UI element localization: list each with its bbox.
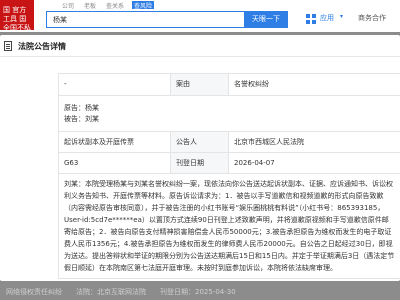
- table-row: - 案由 名誉权纠纷: [58, 73, 400, 96]
- site-logo[interactable]: 国 官方 工具 国 全国不私构: [0, 0, 34, 30]
- cause-label: 案由: [170, 73, 229, 96]
- background-date: 刊登日期：2025-04-30: [160, 288, 236, 296]
- cause-value: 名誉权纠纷: [228, 73, 400, 96]
- background-record-row: 网络侵权责任纠纷 法院：北京互联网法院 刊登日期：2025-04-30: [0, 284, 400, 300]
- publish-date-label: 刊登日期: [170, 152, 229, 174]
- business-cooperation-link[interactable]: 商务合作: [358, 13, 386, 23]
- modal-header: 法院公告详情: [0, 35, 400, 57]
- modal-title: 法院公告详情: [18, 42, 66, 51]
- announcer-value: 北京市西城区人民法院: [228, 131, 400, 153]
- court-announcement-modal: 法院公告详情 - 案由 名誉权纠纷 原告：杨某 被告：刘某 起诉状副本及开庭传票…: [0, 35, 400, 281]
- announcement-type-value: 起诉状副本及开庭传票: [58, 131, 171, 153]
- tab-relations[interactable]: 查关系: [104, 1, 126, 10]
- tab-company[interactable]: 公司: [60, 1, 76, 10]
- modal-body: - 案由 名誉权纠纷 原告：杨某 被告：刘某 起诉状副本及开庭传票 公告人 北京…: [58, 73, 400, 281]
- tab-boss[interactable]: 老板: [82, 1, 98, 10]
- document-icon: [4, 41, 12, 51]
- search-type-tabs: 公司 老板 查关系 查风险: [60, 1, 155, 10]
- defendant-value: 被告：刘某: [64, 114, 99, 123]
- search-button[interactable]: 天眼一下: [244, 11, 288, 28]
- background-court: 法院：北京互联网法院: [76, 288, 146, 296]
- publish-date-value: 2026-04-07: [228, 152, 400, 174]
- announcement-content: 刘某：本院受理杨某与刘某名誉权纠纷一案，现依法向你公告送达起诉状副本、证据、应诉…: [58, 173, 400, 279]
- plaintiff-value: 原告：杨某: [64, 103, 99, 112]
- table-row: 起诉状副本及开庭传票 公告人 北京市西城区人民法院: [58, 131, 400, 153]
- table-row: 刘某：本院受理杨某与刘某名誉权纠纷一案，现依法向你公告送达起诉状副本、证据、应诉…: [58, 173, 400, 279]
- top-bar: 国 官方 工具 国 全国不私构 公司 老板 查关系 查风险 杨某 天眼一下 应用…: [0, 0, 400, 32]
- search-input[interactable]: 杨某: [46, 11, 244, 28]
- page-number-value: G63: [58, 152, 171, 174]
- announcement-table: - 案由 名誉权纠纷 原告：杨某 被告：刘某 起诉状副本及开庭传票 公告人 北京…: [58, 73, 400, 279]
- announcer-label: 公告人: [170, 131, 229, 153]
- announcement-number-value: -: [58, 73, 171, 96]
- parties-cell: 原告：杨某 被告：刘某: [58, 95, 400, 132]
- table-row: G63 刊登日期 2026-04-07: [58, 152, 400, 174]
- background-case-type: 网络侵权责任纠纷: [6, 288, 62, 296]
- apps-menu-label[interactable]: 应用: [320, 13, 334, 23]
- table-row: 原告：杨某 被告：刘某: [58, 95, 400, 132]
- tab-risk[interactable]: 查风险: [132, 1, 155, 10]
- apps-grid-icon[interactable]: [306, 14, 316, 24]
- chevron-down-icon[interactable]: ▾: [340, 13, 343, 20]
